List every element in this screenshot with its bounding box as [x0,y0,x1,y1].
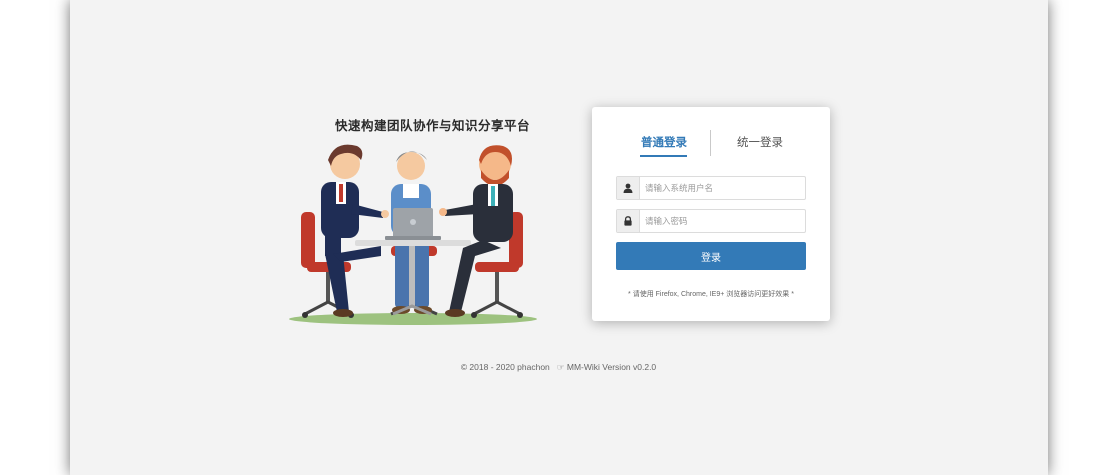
page-frame [70,0,1048,475]
login-card: 普通登录 统一登录 登录 * 请使用 Firefox, Chrome, IE9+… [592,107,830,321]
password-field [616,209,806,233]
tab-normal-login[interactable]: 普通登录 [641,134,687,150]
copyright-text: © 2018 - 2020 phachon [460,362,550,372]
tab-divider [710,130,711,156]
browser-tip: * 请使用 Firefox, Chrome, IE9+ 浏览器访问更好效果 * [628,291,794,298]
active-tab-indicator [640,155,687,157]
password-input[interactable] [645,212,795,230]
username-input[interactable] [645,179,795,197]
hand-pointer-icon: ☞ [556,362,565,372]
version-link[interactable]: MM-Wiki Version v0.2.0 [567,362,656,372]
team-meeting-illustration [289,144,537,325]
tab-unified-login[interactable]: 统一登录 [737,134,783,150]
lock-icon [617,210,640,232]
slogan-heading: 快速构建团队协作与知识分享平台 [335,119,531,133]
username-field [616,176,806,200]
footer: © 2018 - 2020 phachon ☞ MM-Wiki Version … [0,362,1117,373]
user-icon [617,177,640,199]
login-button[interactable]: 登录 [616,242,806,270]
